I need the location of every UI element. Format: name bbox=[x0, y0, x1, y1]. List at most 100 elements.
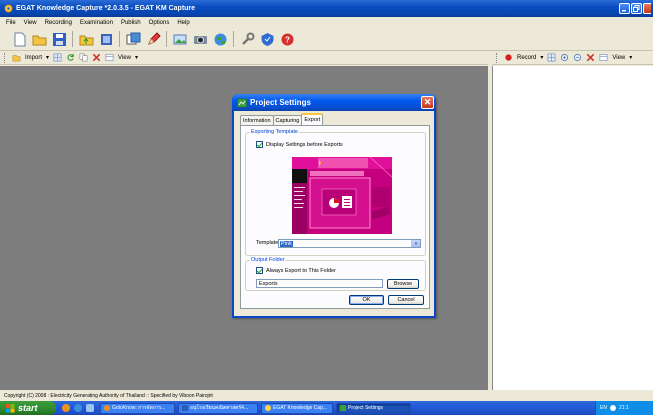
chevron-down-icon[interactable]: ▾ bbox=[135, 54, 138, 61]
always-export-label: Always Export to This Folder bbox=[266, 267, 336, 274]
svg-text:?: ? bbox=[285, 35, 290, 44]
taskbar-item-project-settings[interactable]: Project Settings bbox=[336, 402, 411, 414]
record-icon bbox=[505, 54, 512, 61]
film-icon bbox=[100, 33, 112, 45]
zoom-out-icon[interactable] bbox=[573, 53, 582, 62]
exporting-template-label: Exporting Template bbox=[250, 129, 299, 135]
grid-icon[interactable] bbox=[547, 53, 556, 62]
open-folder-icon bbox=[32, 35, 46, 45]
system-tray: EN 21:1 bbox=[595, 401, 653, 415]
help-button[interactable]: ? bbox=[278, 30, 296, 48]
main-toolbar: ? bbox=[0, 28, 653, 51]
template-preview-image bbox=[292, 157, 392, 234]
import-icon bbox=[12, 55, 21, 62]
wrench-button[interactable] bbox=[238, 30, 256, 48]
taskbar: start GotoKnow: การจัดการ... อนุโรงเรียน… bbox=[0, 401, 653, 415]
slides-button[interactable] bbox=[124, 30, 142, 48]
dialog-title: Project Settings bbox=[250, 98, 311, 107]
minimize-button[interactable] bbox=[619, 3, 630, 14]
folder-up-button[interactable] bbox=[77, 30, 95, 48]
maximize-button[interactable] bbox=[631, 3, 642, 14]
word-icon bbox=[182, 405, 188, 411]
taskbar-item-document[interactable]: อนุโรงเรียนคณิตศาสตร์4... bbox=[178, 402, 258, 414]
menu-recording[interactable]: Recording bbox=[45, 20, 72, 26]
camera-button[interactable] bbox=[191, 30, 209, 48]
view-icon bbox=[599, 54, 608, 61]
template-select[interactable]: Pink ▾ bbox=[278, 239, 421, 248]
toolbar-grip[interactable] bbox=[4, 52, 7, 63]
display-settings-checkbox[interactable]: Display Settings before Exports bbox=[256, 141, 343, 148]
save-button[interactable] bbox=[50, 30, 68, 48]
language-indicator[interactable]: EN bbox=[600, 405, 607, 411]
taskbar-item-gotoknow[interactable]: GotoKnow: การจัดการ... bbox=[100, 402, 175, 414]
exporting-template-group: Exporting Template Display Settings befo… bbox=[245, 129, 426, 256]
chevron-down-icon[interactable]: ▾ bbox=[540, 54, 543, 61]
pencil-icon bbox=[147, 31, 161, 45]
toolbar-grip[interactable] bbox=[496, 52, 499, 63]
recording-pane[interactable] bbox=[492, 66, 653, 390]
network-icon[interactable] bbox=[609, 405, 616, 411]
globe-icon bbox=[214, 33, 226, 45]
clock: 21:1 bbox=[618, 405, 629, 411]
taskbar-item-label: GotoKnow: การจัดการ... bbox=[112, 405, 166, 411]
import-menu-button[interactable]: Import bbox=[25, 55, 42, 61]
refresh-icon[interactable] bbox=[66, 53, 75, 62]
browse-button[interactable]: Browse bbox=[387, 279, 419, 289]
menu-options[interactable]: Options bbox=[149, 20, 170, 26]
folder-icon bbox=[79, 35, 93, 45]
record-menu-button[interactable]: Record bbox=[517, 55, 536, 61]
chevron-down-icon[interactable]: ▾ bbox=[629, 54, 632, 61]
images-button[interactable] bbox=[171, 30, 189, 48]
tab-strip: Information Capturing Export bbox=[240, 113, 324, 125]
view-menu-button[interactable]: View bbox=[612, 55, 625, 61]
zoom-in-icon[interactable] bbox=[560, 53, 569, 62]
film-button[interactable] bbox=[97, 30, 115, 48]
start-label: start bbox=[18, 403, 38, 413]
wrench-icon bbox=[241, 32, 254, 45]
save-icon bbox=[52, 32, 66, 46]
chevron-down-icon[interactable]: ▾ bbox=[411, 240, 420, 247]
shield-button[interactable] bbox=[258, 30, 276, 48]
dialog-close-button[interactable]: ✕ bbox=[421, 96, 434, 109]
browser-icon bbox=[104, 405, 110, 411]
checkbox-checked-icon bbox=[256, 141, 263, 148]
window-titlebar: EGAT Knowledge Capture *2.0.3.5 - EGAT K… bbox=[0, 0, 653, 17]
grid-icon[interactable] bbox=[53, 53, 62, 62]
start-button[interactable]: start bbox=[0, 401, 56, 415]
pencil-button[interactable] bbox=[144, 30, 162, 48]
dialog-titlebar[interactable]: Project Settings ✕ bbox=[232, 94, 436, 111]
cancel-button[interactable]: Cancel bbox=[388, 295, 424, 305]
left-pane-toolbar: Import ▾ View ▾ bbox=[0, 51, 488, 65]
view-menu-button[interactable]: View bbox=[118, 55, 131, 61]
ok-button[interactable]: OK bbox=[349, 295, 384, 305]
menu-examination[interactable]: Examination bbox=[80, 20, 113, 26]
show-desktop-icon[interactable] bbox=[86, 404, 94, 412]
firefox-icon[interactable] bbox=[62, 404, 70, 412]
chevron-down-icon[interactable]: ▾ bbox=[46, 54, 49, 61]
menu-file[interactable]: File bbox=[6, 20, 16, 26]
delete-icon[interactable] bbox=[586, 53, 595, 62]
camera-icon bbox=[193, 35, 207, 44]
folder-input[interactable]: Exports bbox=[256, 279, 383, 288]
ie-icon[interactable] bbox=[74, 404, 82, 412]
tab-information[interactable]: Information bbox=[240, 115, 274, 125]
menu-help[interactable]: Help bbox=[177, 20, 189, 26]
open-folder-button[interactable] bbox=[30, 30, 48, 48]
taskbar-item-egat[interactable]: EGAT Knowledge Cap... bbox=[261, 402, 333, 414]
close-icon: ✕ bbox=[423, 97, 432, 107]
tab-capturing[interactable]: Capturing bbox=[272, 115, 303, 125]
delete-icon[interactable] bbox=[92, 53, 101, 62]
close-window-button[interactable] bbox=[643, 3, 651, 14]
app-icon bbox=[265, 405, 271, 411]
menu-view[interactable]: View bbox=[24, 20, 37, 26]
app-icon bbox=[4, 4, 13, 13]
copy-icon[interactable] bbox=[79, 53, 88, 62]
always-export-checkbox[interactable]: Always Export to This Folder bbox=[256, 267, 336, 274]
tab-export[interactable]: Export bbox=[301, 113, 324, 125]
copyright-text: Copyright (C) 2008 : Electricity Generat… bbox=[4, 392, 213, 399]
new-file-button[interactable] bbox=[10, 30, 28, 48]
export-tab-panel: Exporting Template Display Settings befo… bbox=[240, 125, 430, 309]
checkbox-checked-icon bbox=[256, 267, 263, 274]
menu-publish[interactable]: Publish bbox=[121, 20, 141, 26]
globe-button[interactable] bbox=[211, 30, 229, 48]
